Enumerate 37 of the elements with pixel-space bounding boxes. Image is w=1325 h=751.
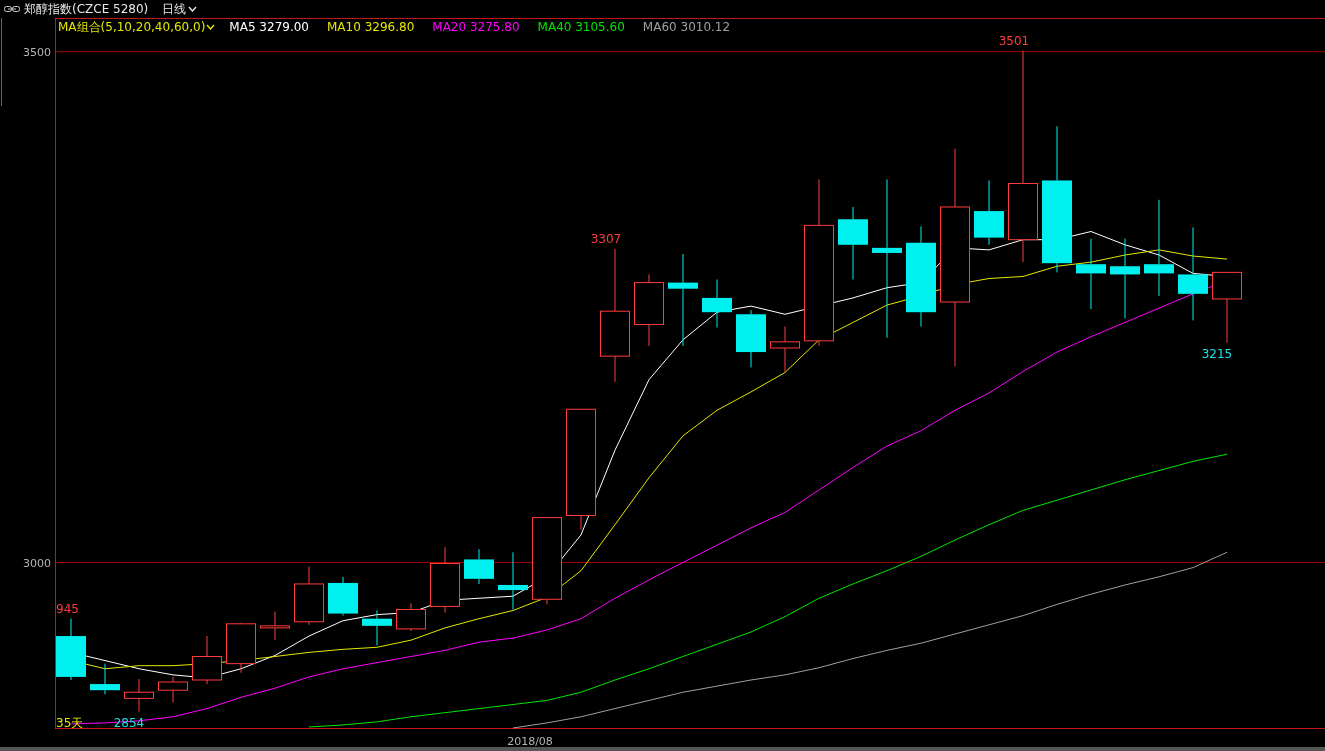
high-price-label: 945 [56,601,79,616]
candlestick [260,611,290,641]
candlestick [226,622,256,674]
indicator-dropdown[interactable]: MA组合(5,10,20,40,60,0) [58,18,216,36]
candlestick [56,618,86,681]
candlestick [158,676,188,703]
candlestick [498,551,528,610]
chevron-down-icon [188,6,198,12]
candlestick [90,663,120,695]
candlestick [328,576,358,617]
candlestick [770,326,800,373]
candlestick [702,279,732,329]
legend-item: MA10 3296.80 [327,20,415,34]
date-axis-label: 2018/08 [507,735,553,748]
candlestick [736,309,766,368]
high-price-label: 3307 [590,231,622,246]
candlestick [396,602,426,632]
candlestick [974,179,1004,246]
candlestick [124,678,154,713]
candlestick [362,610,392,646]
high-price-label: 3501 [998,33,1030,48]
legend-item: MA40 3105.60 [537,20,625,34]
legend-item: MA20 3275.80 [432,20,520,34]
candlestick [1076,238,1106,310]
price-axis-label: 3000 [23,556,51,570]
link-icon [4,5,20,13]
instrument-title: 郑醇指数(CZCE 5280) [24,0,149,18]
candlestick [430,546,460,614]
legend-item: MA60 3010.12 [642,20,731,34]
price-axis-label: 3500 [23,45,51,59]
candlestick [294,566,324,626]
candlestick [192,635,222,685]
period-dropdown[interactable]: 日线 [162,0,198,18]
low-price-label: 3215 [1201,346,1233,361]
candlestick [464,548,494,585]
legend-item: MA5 3279.00 [229,20,309,34]
chevron-down-icon [206,24,216,30]
